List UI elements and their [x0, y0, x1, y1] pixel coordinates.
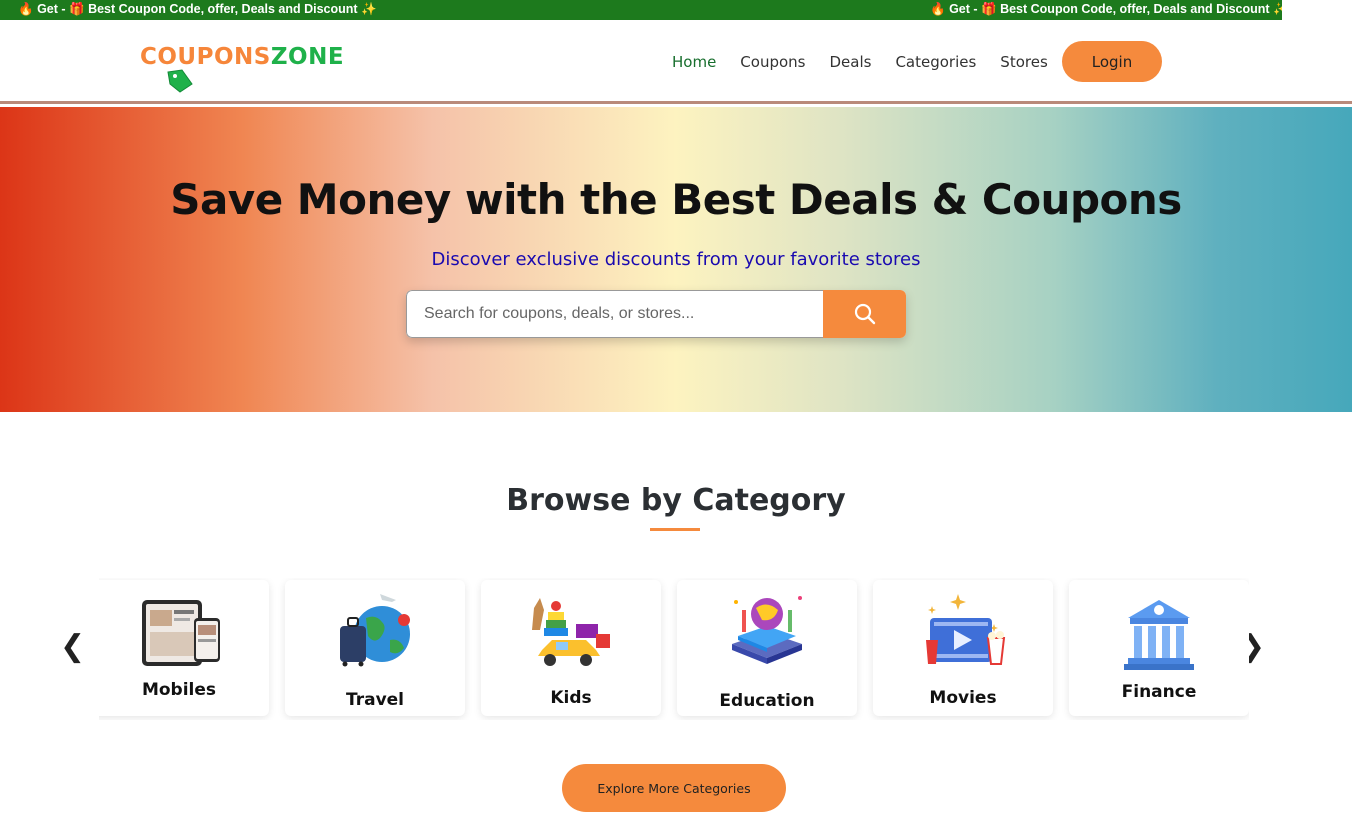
title-underline [650, 528, 700, 531]
category-card-finance[interactable]: Finance [1069, 580, 1249, 716]
hero-title: Save Money with the Best Deals & Coupons [170, 175, 1182, 224]
explore-more-categories-button[interactable]: Explore More Categories [562, 764, 786, 812]
nav-coupons[interactable]: Coupons [740, 53, 805, 71]
announcement-text: 🔥 Get - 🎁 Best Coupon Code, offer, Deals… [18, 2, 377, 16]
hero-banner: Save Money with the Best Deals & Coupons… [0, 107, 1352, 412]
sparkle-icon: ✨ [361, 2, 377, 16]
category-label: Finance [1121, 682, 1197, 702]
section-title: Browse by Category [506, 483, 846, 518]
category-card-education[interactable]: Education [677, 580, 857, 716]
logo-wordmark: COUPONSZONE [140, 44, 345, 70]
category-label: Kids [550, 688, 592, 708]
education-icon [732, 596, 802, 664]
sparkle-icon: ✨ [1273, 2, 1282, 16]
category-carousel: Mobiles Travel Kids Education Movies Fin… [99, 578, 1249, 720]
site-header: COUPONSZONE Home Coupons Deals Categorie… [0, 20, 1352, 104]
category-label: Education [719, 691, 815, 711]
announcement-text: 🔥 Get - 🎁 Best Coupon Code, offer, Deals… [930, 2, 1282, 17]
nav-categories[interactable]: Categories [895, 53, 976, 71]
category-label: Movies [929, 688, 997, 708]
announcement-bar: 🔥 Get - 🎁 Best Coupon Code, offer, Deals… [0, 0, 1282, 20]
search-input[interactable] [406, 290, 823, 338]
tag-icon [167, 69, 193, 93]
category-card-mobiles[interactable]: Mobiles [99, 580, 269, 716]
category-card-movies[interactable]: Movies [873, 580, 1053, 716]
search-button[interactable] [823, 290, 906, 338]
fire-icon: 🔥 [18, 2, 34, 16]
travel-icon [340, 594, 410, 667]
nav-home[interactable]: Home [672, 53, 716, 71]
category-label: Mobiles [141, 680, 217, 700]
carousel-prev-button[interactable]: ❮ [60, 632, 85, 662]
category-card-travel[interactable]: Travel [285, 580, 465, 716]
gift-icon: 🎁 [69, 2, 85, 16]
kids-icon [532, 598, 610, 666]
search-bar [406, 290, 906, 338]
mobiles-icon [142, 600, 220, 666]
finance-icon [1124, 600, 1194, 670]
search-icon [854, 303, 875, 325]
fire-icon: 🔥 [930, 2, 946, 16]
nav-stores[interactable]: Stores [1000, 53, 1047, 71]
login-button[interactable]: Login [1062, 41, 1162, 82]
gift-icon: 🎁 [981, 2, 997, 16]
hero-subtitle: Discover exclusive discounts from your f… [431, 249, 921, 270]
category-label: Travel [345, 690, 405, 710]
category-card-kids[interactable]: Kids [481, 580, 661, 716]
movies-icon [926, 594, 1006, 665]
main-nav: Home Coupons Deals Categories Stores [672, 53, 1048, 71]
nav-deals[interactable]: Deals [829, 53, 871, 71]
site-logo[interactable]: COUPONSZONE [140, 44, 370, 96]
